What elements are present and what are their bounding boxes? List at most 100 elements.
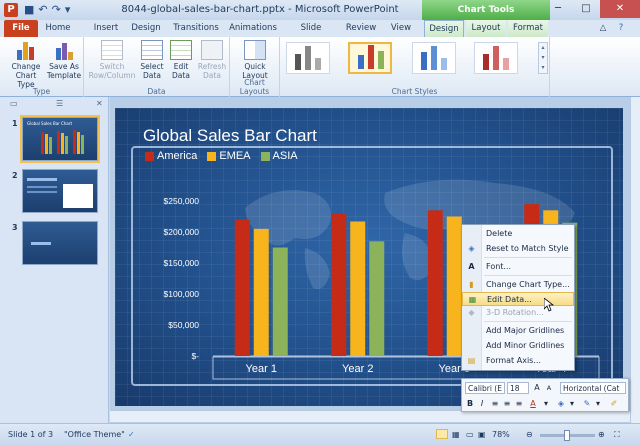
normal-view-icon[interactable]	[436, 429, 448, 439]
menu-item-delete[interactable]: Delete	[462, 227, 574, 241]
chart-layouts-group: Quick Layout Chart Layouts	[230, 37, 280, 97]
bar-asia-2[interactable]	[369, 241, 385, 356]
bar-asia-1[interactable]	[272, 247, 288, 357]
align-left-icon[interactable]: ≡	[490, 398, 500, 410]
change-chart-type-button[interactable]: Change Chart Type	[6, 40, 46, 89]
fit-slide-icon[interactable]: ⛶	[614, 430, 620, 440]
tab-transitions[interactable]: Transitions	[172, 20, 220, 37]
shape-outline-icon[interactable]: ✎	[582, 398, 592, 410]
switch-row-column-icon	[101, 40, 123, 60]
data-group-label: Data	[147, 87, 166, 96]
minimize-ribbon-icon[interactable]: △	[596, 20, 610, 37]
zoom-slider-knob[interactable]	[564, 430, 570, 441]
save-as-template-label: Save As Template	[46, 62, 82, 80]
chart-style-4[interactable]	[474, 42, 518, 74]
save-as-template-button[interactable]: Save As Template	[46, 40, 82, 80]
font-size-select[interactable]: 18	[507, 382, 529, 394]
menu-item-label: Edit Data...	[487, 295, 532, 304]
align-right-icon[interactable]: ≡	[514, 398, 524, 410]
zoom-level[interactable]: 78%	[492, 430, 510, 439]
font-name-select[interactable]: Calibri (E	[465, 382, 505, 394]
context-menu: Delete ◈ Reset to Match Style A Font... …	[461, 224, 575, 371]
tab-view[interactable]: View	[388, 20, 414, 37]
font-color-icon[interactable]: A	[528, 398, 538, 410]
tab-home[interactable]: Home	[42, 20, 74, 37]
bar-america-3[interactable]	[427, 210, 443, 356]
help-icon[interactable]: ?	[614, 20, 628, 37]
bar-emea-1[interactable]	[253, 228, 269, 356]
edit-data-button[interactable]: Edit Data	[168, 40, 194, 80]
shrink-font-icon[interactable]: A	[544, 382, 554, 394]
data-group: Switch Row/Column Select Data Edit Data …	[84, 37, 230, 97]
zoom-slider[interactable]	[540, 430, 595, 441]
tab-review[interactable]: Review	[344, 20, 378, 37]
close-pane-icon[interactable]: ✕	[96, 99, 103, 108]
slide-sorter-icon[interactable]: ▦	[452, 430, 460, 439]
bar-america-1[interactable]	[234, 219, 250, 356]
tab-slide-show[interactable]: Slide Show	[288, 20, 334, 50]
quick-layout-icon	[244, 40, 266, 60]
grow-font-icon[interactable]: A	[532, 382, 542, 394]
align-center-icon[interactable]: ≡	[502, 398, 512, 410]
menu-separator	[484, 275, 572, 276]
chart-element-select[interactable]: Horizontal (Cat	[560, 382, 626, 394]
switch-row-column-button[interactable]: Switch Row/Column	[88, 40, 136, 80]
chart-style-2[interactable]	[348, 42, 392, 74]
bar-america-2[interactable]	[331, 213, 347, 356]
chart-style-1[interactable]	[286, 42, 330, 74]
chart-styles-more-icon[interactable]: ▴ ▾ ▾	[538, 42, 548, 74]
template-icon	[53, 40, 75, 60]
menu-item-format-axis[interactable]: ▤ Format Axis...	[462, 354, 574, 368]
menu-item-add-minor-gridlines[interactable]: Add Minor Gridlines	[462, 339, 574, 353]
menu-item-edit-data[interactable]: ▦ Edit Data...	[462, 292, 574, 306]
slide-thumbnail-2[interactable]	[22, 169, 98, 213]
theme-name[interactable]: "Office Theme"	[64, 430, 125, 439]
menu-item-reset-to-match-style[interactable]: ◈ Reset to Match Style	[462, 242, 574, 256]
spell-check-icon[interactable]: ✓	[128, 430, 135, 439]
format-painter-icon[interactable]: ✐	[608, 398, 620, 410]
bar-emea-2[interactable]	[350, 221, 366, 356]
slides-pane-tabs: ▭ ☰ ✕	[4, 99, 104, 111]
slide-number: 3	[12, 223, 18, 232]
select-data-button[interactable]: Select Data	[138, 40, 166, 80]
tab-chart-format[interactable]: Format	[508, 20, 548, 37]
y-tick-label: $150,000	[164, 258, 200, 268]
slides-tab-icon[interactable]: ▭	[10, 99, 18, 108]
slide-thumbnail-3[interactable]	[22, 221, 98, 265]
minimize-icon[interactable]: ─	[544, 0, 572, 18]
reading-view-icon[interactable]: ▭	[466, 430, 474, 439]
shape-fill-icon[interactable]: ◈	[556, 398, 566, 410]
italic-icon[interactable]: I	[477, 398, 487, 410]
tab-animations[interactable]: Animations	[228, 20, 278, 37]
outline-tab-icon[interactable]: ☰	[56, 99, 63, 108]
close-icon[interactable]: ✕	[600, 0, 640, 18]
menu-item-3d-rotation[interactable]: ◆ 3-D Rotation...	[462, 306, 574, 320]
tab-chart-layout[interactable]: Layout	[466, 20, 506, 37]
slide-thumbnail-1[interactable]: Global Sales Bar Chart	[20, 115, 100, 163]
slide-show-icon[interactable]: ▣	[478, 430, 486, 439]
quick-layout-button[interactable]: Quick Layout	[236, 40, 274, 80]
shape-fill-dropdown-icon[interactable]: ▾	[568, 398, 576, 410]
slides-pane: ▭ ☰ ✕ 1 Global Sales Bar Chart 2 3	[0, 97, 109, 423]
menu-item-font[interactable]: A Font...	[462, 260, 574, 274]
font-color-dropdown-icon[interactable]: ▾	[542, 398, 550, 410]
menu-item-change-chart-type[interactable]: ▮ Change Chart Type...	[462, 278, 574, 292]
zoom-out-icon[interactable]: ⊖	[526, 430, 533, 439]
tab-insert[interactable]: Insert	[90, 20, 122, 37]
edit-data-label: Edit Data	[172, 62, 190, 80]
menu-item-label: Format Axis...	[486, 356, 541, 365]
zoom-in-icon[interactable]: ⊕	[598, 430, 605, 439]
bold-icon[interactable]: B	[465, 398, 475, 410]
shape-outline-dropdown-icon[interactable]: ▾	[594, 398, 602, 410]
menu-separator	[484, 257, 572, 258]
refresh-data-button[interactable]: Refresh Data	[196, 40, 228, 80]
menu-item-add-major-gridlines[interactable]: Add Major Gridlines	[462, 324, 574, 338]
x-tick-label: Year 2	[342, 363, 373, 375]
chart-style-3[interactable]	[412, 42, 456, 74]
vertical-scrollbar[interactable]	[630, 97, 640, 423]
bar-emea-3[interactable]	[446, 216, 462, 357]
tab-design[interactable]: Design	[128, 20, 164, 37]
maximize-icon[interactable]: □	[572, 0, 600, 18]
tab-chart-design[interactable]: Design	[424, 20, 464, 37]
tab-file[interactable]: File	[4, 20, 38, 37]
